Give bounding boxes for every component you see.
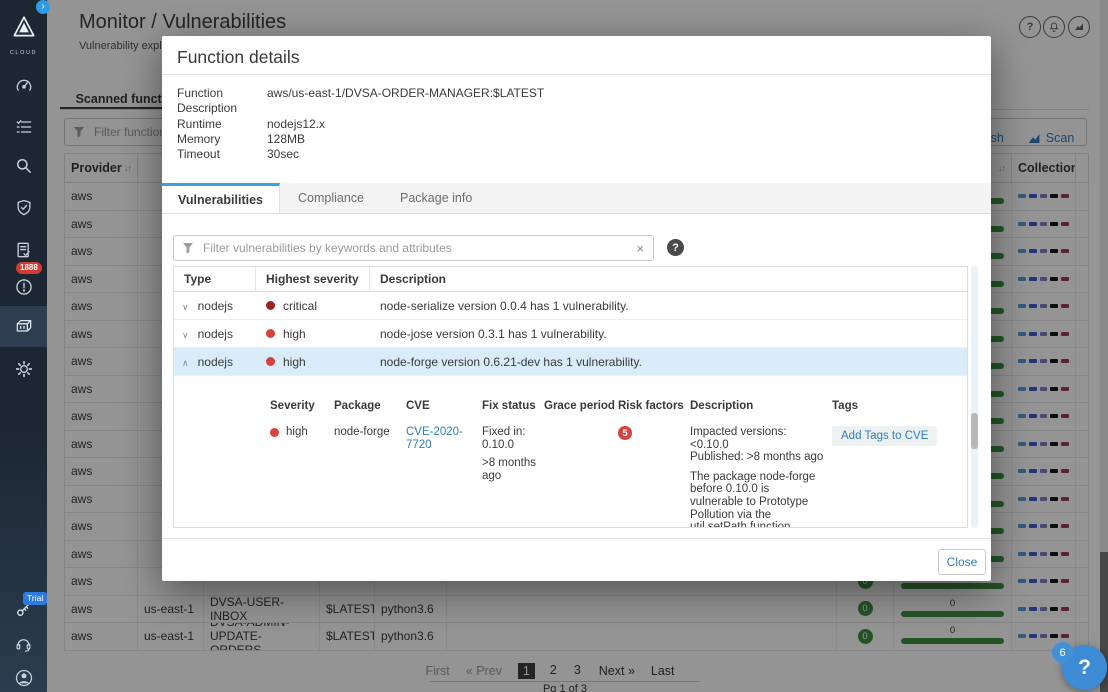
sidebar-item-search[interactable]	[0, 156, 47, 176]
vulnerabilities-body: ∨ nodejs critical node-serialize version 0.…	[174, 292, 967, 376]
close-button[interactable]: Close	[938, 549, 986, 575]
exp-col-tags: Tags	[832, 400, 959, 412]
checklist-icon	[21, 122, 30, 132]
vulnerability-row[interactable]: ∨ nodejs high node-jose version 0.3.1 has 1…	[174, 320, 967, 348]
exp-col-cve: CVE	[406, 400, 474, 412]
vuln-severity: high	[283, 355, 306, 369]
description-column-header: Description	[370, 267, 967, 291]
exp-fix-age: >8 months ago	[482, 457, 540, 482]
exp-col-fix-status: Fix status	[482, 400, 536, 412]
exp-col-package: Package	[334, 400, 398, 412]
sidebar-item-policies[interactable]	[0, 117, 47, 137]
vuln-type: nodejs	[198, 355, 233, 369]
exp-severity: high	[286, 426, 308, 439]
trial-badge: Trial	[23, 592, 47, 605]
tab-compliance[interactable]: Compliance	[280, 183, 382, 213]
detail-label: Function	[177, 87, 267, 99]
severity-dot	[266, 357, 275, 366]
exp-col-description: Description	[690, 400, 824, 412]
modal-tabs: Vulnerabilities Compliance Package info	[162, 183, 991, 214]
vuln-description: node-forge version 0.6.21-dev has 1 vuln…	[370, 355, 967, 369]
sidebar-item-settings[interactable]	[0, 359, 47, 379]
exp-package: node-forge	[334, 426, 398, 439]
detail-value: aws/us-east-1/DVSA-ORDER-MANAGER:$LATEST	[267, 87, 544, 99]
detail-label: Description	[177, 102, 267, 114]
function-details-list: Functionaws/us-east-1/DVSA-ORDER-MANAGER…	[177, 87, 544, 160]
sidebar-item-defend[interactable]	[0, 198, 47, 218]
gear-icon	[20, 366, 27, 373]
vulnerability-row[interactable]: ∧ nodejs high node-forge version 0.6.21-dev…	[174, 348, 967, 376]
sidebar-item-compliance[interactable]	[0, 240, 47, 260]
severity-dot	[266, 329, 275, 338]
filter-help-icon[interactable]: ?	[667, 239, 684, 256]
exp-impacted-versions: Impacted versions: <0.10.0	[690, 426, 824, 451]
search-icon	[17, 160, 26, 169]
detail-label: Runtime	[177, 118, 267, 130]
modal-scrollbar[interactable]	[971, 266, 978, 528]
vulnerability-row[interactable]: ∨ nodejs critical node-serialize version 0.…	[174, 292, 967, 320]
sidebar-item-support[interactable]	[0, 635, 47, 654]
detail-value: 30sec	[267, 148, 299, 160]
modal-footer-divider	[162, 538, 991, 539]
app-window: Monitor / Vulnerabilities Vulnerability …	[0, 0, 1108, 692]
vulnerabilities-filter-input[interactable]	[201, 240, 627, 256]
vulnerabilities-table: Type Highest severity Description ∨ nodej…	[173, 266, 968, 528]
cve-expanded-panel: Severity high Package node-forge CVE CVE…	[174, 376, 967, 528]
exp-col-severity: Severity	[270, 400, 326, 412]
detail-label: Timeout	[177, 148, 267, 160]
vulnerabilities-filter[interactable]: ×	[173, 235, 654, 261]
severity-dot	[266, 301, 275, 310]
chevron-down-icon[interactable]: ∨	[182, 330, 189, 340]
sidebar-item-user[interactable]	[0, 668, 47, 688]
sidebar-item-monitor[interactable]	[0, 316, 47, 336]
funnel-icon	[182, 242, 194, 254]
sidebar-item-dashboard[interactable]	[0, 76, 47, 96]
tab-vulnerabilities[interactable]: Vulnerabilities	[162, 183, 280, 213]
sidebar: CLOUD 1888	[0, 0, 47, 692]
chevron-up-icon[interactable]: ∧	[182, 358, 189, 368]
launcher-unread-badge: 6	[1052, 642, 1073, 663]
vuln-severity: high	[283, 327, 306, 341]
exp-description-body: The package node-forge before 0.10.0 is …	[690, 471, 824, 528]
exp-fix-status: Fixed in: 0.10.0	[482, 426, 540, 451]
modal-divider	[162, 74, 991, 75]
clear-filter-icon[interactable]: ×	[627, 241, 653, 256]
vuln-type: nodejs	[198, 299, 233, 313]
exp-col-grace-period: Grace period	[544, 400, 610, 412]
brand-label: CLOUD	[0, 50, 47, 56]
detail-value: 128MB	[267, 133, 305, 145]
tab-package-info[interactable]: Package info	[382, 183, 490, 213]
severity-dot	[270, 428, 279, 437]
alerts-count-badge: 1888	[16, 262, 42, 274]
vuln-description: node-serialize version 0.0.4 has 1 vulne…	[370, 299, 967, 313]
vuln-severity: critical	[283, 299, 317, 313]
modal-scrollbar-thumb[interactable]	[971, 413, 978, 449]
vulnerabilities-header-row: Type Highest severity Description	[174, 267, 967, 292]
exp-published: Published: >8 months ago	[690, 451, 824, 464]
type-column-header: Type	[174, 267, 256, 291]
modal-title: Function details	[177, 47, 300, 68]
add-tags-button[interactable]: Add Tags to CVE	[832, 426, 937, 446]
sidebar-expand-button[interactable]: ›	[36, 0, 50, 14]
severity-column-header: Highest severity	[256, 267, 370, 291]
cve-link[interactable]: CVE-2020-7720	[406, 426, 470, 451]
vuln-description: node-jose version 0.3.1 has 1 vulnerabil…	[370, 327, 967, 341]
vuln-type: nodejs	[198, 327, 233, 341]
sidebar-item-alerts[interactable]	[0, 277, 47, 297]
detail-value: nodejs12.x	[267, 118, 325, 130]
brand-logo-icon[interactable]	[0, 14, 47, 40]
function-details-modal: Function details Functionaws/us-east-1/D…	[162, 36, 991, 581]
detail-label: Memory	[177, 133, 267, 145]
exp-col-risk-factors: Risk factors	[618, 400, 682, 412]
chevron-down-icon[interactable]: ∨	[182, 302, 189, 312]
risk-factors-badge[interactable]: 5	[618, 426, 632, 440]
